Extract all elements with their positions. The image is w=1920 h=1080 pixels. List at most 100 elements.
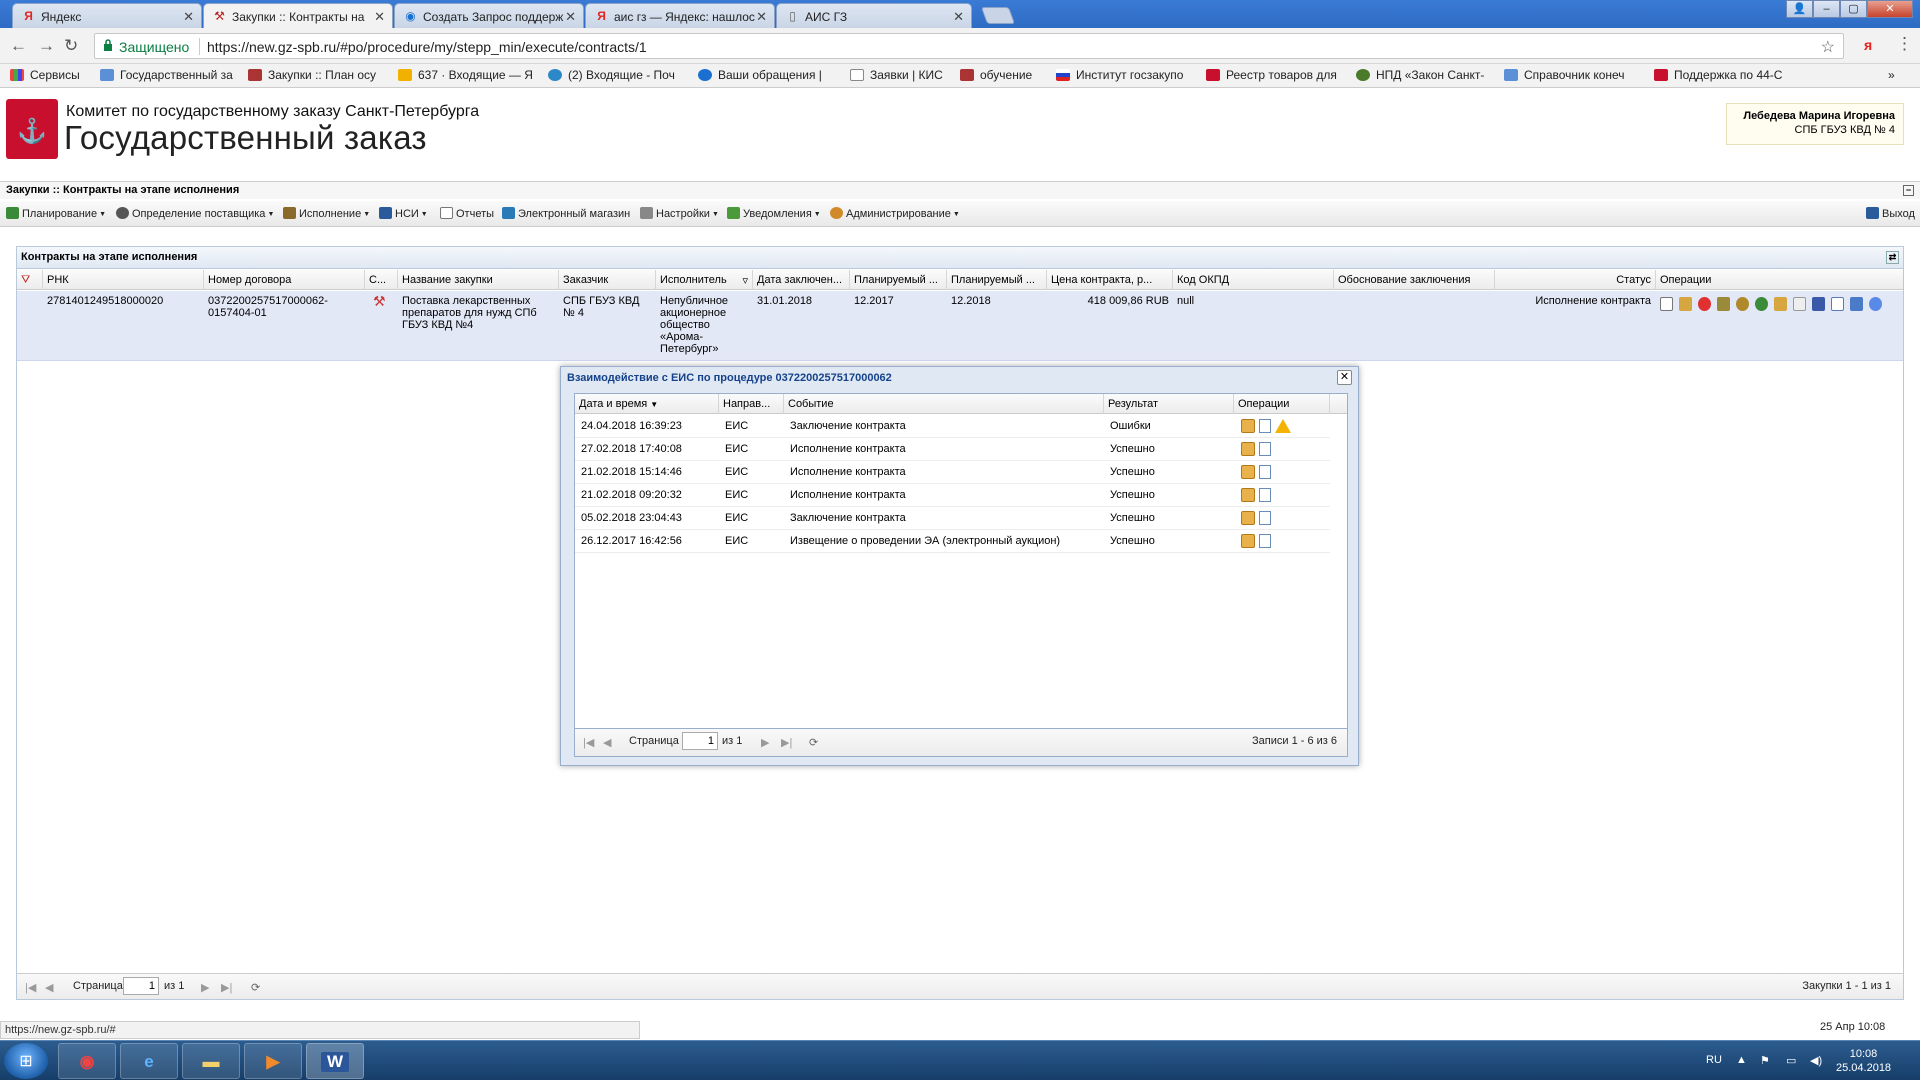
url-text[interactable]: https://new.gz-spb.ru/#po/procedure/my/s… xyxy=(207,39,647,55)
page-input[interactable]: 1 xyxy=(123,977,159,995)
bookmark-item[interactable]: Институт госзакупо xyxy=(1056,68,1190,82)
last-page-icon[interactable]: ▶| xyxy=(781,736,792,749)
close-icon[interactable]: ✕ xyxy=(756,9,767,25)
bookmark-item[interactable]: НПД «Закон Санкт- xyxy=(1356,68,1488,82)
exit-button[interactable]: Выход xyxy=(1866,207,1915,220)
refresh-icon[interactable]: ⇄ xyxy=(1886,251,1899,264)
document-icon[interactable] xyxy=(1259,511,1271,525)
page-input[interactable]: 1 xyxy=(682,732,718,750)
menu-eshop[interactable]: Электронный магазин xyxy=(502,207,630,220)
package-icon[interactable] xyxy=(1241,465,1255,479)
document-icon[interactable] xyxy=(1660,297,1673,311)
package-icon[interactable] xyxy=(1241,488,1255,502)
bookmark-item[interactable]: обучение xyxy=(960,68,1060,82)
bookmark-item[interactable]: 637 · Входящие — Я xyxy=(398,68,536,82)
star-icon[interactable]: ☆ xyxy=(1821,37,1835,57)
minimize-button[interactable]: – xyxy=(1813,0,1840,18)
document-icon[interactable] xyxy=(1259,488,1271,502)
gear-icon[interactable] xyxy=(1755,297,1768,311)
warning-icon[interactable] xyxy=(1275,419,1291,433)
menu-notifications[interactable]: Уведомления ▼ xyxy=(727,207,821,220)
report-icon[interactable] xyxy=(1831,297,1844,311)
document-icon[interactable] xyxy=(1259,534,1271,548)
col-executor[interactable]: Исполнитель ▿ xyxy=(656,270,753,290)
taskbar-media[interactable]: ▶ xyxy=(244,1043,302,1079)
seal-icon[interactable] xyxy=(1736,297,1749,311)
tray-expand-icon[interactable]: ▲ xyxy=(1736,1054,1747,1066)
bank-icon[interactable] xyxy=(1717,297,1730,311)
document-icon[interactable] xyxy=(1259,465,1271,479)
col-s[interactable]: С... xyxy=(365,270,398,290)
start-button[interactable]: ⊞ xyxy=(4,1043,48,1079)
col-okpd[interactable]: Код ОКПД xyxy=(1173,270,1334,290)
table-row[interactable]: 27.02.2018 17:40:08 ЕИС Исполнение контрак… xyxy=(575,438,1330,461)
stack-icon[interactable] xyxy=(1774,297,1787,311)
more-bookmarks-icon[interactable]: » xyxy=(1888,68,1895,82)
package-icon[interactable] xyxy=(1241,419,1255,433)
package-icon[interactable] xyxy=(1241,534,1255,548)
close-icon[interactable]: ✕ xyxy=(374,9,385,25)
first-page-icon[interactable]: |◀ xyxy=(583,736,594,749)
col-customer[interactable]: Заказчик xyxy=(559,270,656,290)
close-button[interactable]: ✕ xyxy=(1337,370,1352,385)
monitor-icon[interactable] xyxy=(1850,297,1863,311)
menu-planning[interactable]: Планирование ▼ xyxy=(6,207,106,220)
language-indicator[interactable]: RU xyxy=(1706,1054,1722,1066)
taskbar-chrome[interactable]: ◉ xyxy=(58,1043,116,1079)
collapse-icon[interactable]: − xyxy=(1903,185,1914,196)
bookmark-item[interactable]: Ваши обращения | xyxy=(698,68,838,82)
document-icon[interactable] xyxy=(1259,442,1271,456)
browser-tab-support[interactable]: ◉ Создать Запрос поддерж ✕ xyxy=(394,3,584,28)
col-price[interactable]: Цена контракта, р... xyxy=(1047,270,1173,290)
menu-nsi[interactable]: НСИ ▼ xyxy=(379,207,428,220)
document-icon[interactable] xyxy=(1259,419,1271,433)
col-plan1[interactable]: Планируемый ... xyxy=(850,270,947,290)
first-page-icon[interactable]: |◀ xyxy=(25,981,36,994)
flag-icon[interactable]: ⚑ xyxy=(1760,1054,1770,1067)
menu-reports[interactable]: Отчеты xyxy=(440,207,494,220)
address-bar[interactable]: Защищено https://new.gz-spb.ru/#po/proce… xyxy=(94,33,1844,59)
network-icon[interactable]: ▭ xyxy=(1786,1054,1796,1067)
table-row[interactable]: 05.02.2018 23:04:43 ЕИС Заключение контрак… xyxy=(575,507,1330,530)
package-icon[interactable] xyxy=(1241,442,1255,456)
taskbar-word[interactable]: W xyxy=(306,1043,364,1079)
col-contract-no[interactable]: Номер договора xyxy=(204,270,365,290)
taskbar-ie[interactable]: e xyxy=(120,1043,178,1079)
menu-settings[interactable]: Настройки ▼ xyxy=(640,207,719,220)
user-info[interactable]: Лебедева Марина Игоревна СПБ ГБУЗ КВД № … xyxy=(1726,103,1904,145)
bookmark-item[interactable]: Государственный за xyxy=(100,68,236,82)
user-icon[interactable]: 👤 xyxy=(1786,0,1813,18)
edit-icon[interactable] xyxy=(1679,297,1692,311)
prev-page-icon[interactable]: ◀ xyxy=(45,981,53,994)
back-icon[interactable]: ← xyxy=(10,36,27,56)
browser-tab-ais[interactable]: ▯ АИС ГЗ ✕ xyxy=(776,3,972,28)
page-icon[interactable] xyxy=(1793,297,1806,311)
bookmark-item[interactable]: Справочник конеч xyxy=(1504,68,1638,82)
bookmark-item[interactable]: Реестр товаров для xyxy=(1206,68,1340,82)
col-event[interactable]: Событие xyxy=(784,394,1104,414)
close-icon[interactable]: ✕ xyxy=(183,9,194,25)
maximize-button[interactable]: ▢ xyxy=(1840,0,1867,18)
col-operations[interactable]: Операции xyxy=(1656,270,1905,290)
browser-tab-contracts[interactable]: ⚒ Закупки :: Контракты на ✕ xyxy=(203,3,393,28)
col-rnk[interactable]: РНК xyxy=(43,270,204,290)
bookmark-item[interactable]: Закупки :: План осу xyxy=(248,68,386,82)
stop-icon[interactable] xyxy=(1698,297,1711,311)
taskbar-explorer[interactable]: ▬ xyxy=(182,1043,240,1079)
table-row[interactable]: 21.02.2018 15:14:46 ЕИС Исполнение контрак… xyxy=(575,461,1330,484)
clock[interactable]: 10:08 25.04.2018 xyxy=(1836,1047,1891,1075)
close-window-button[interactable]: ✕ xyxy=(1867,0,1913,18)
menu-admin[interactable]: Администрирование ▼ xyxy=(830,207,960,220)
col-ops[interactable]: Операции xyxy=(1234,394,1330,414)
chart-icon[interactable] xyxy=(1812,297,1825,311)
refresh-icon[interactable]: ⟳ xyxy=(809,736,818,749)
table-row[interactable]: 21.02.2018 09:20:32 ЕИС Исполнение контрак… xyxy=(575,484,1330,507)
reload-icon[interactable]: ↻ xyxy=(64,36,78,56)
filter-clear-icon[interactable]: ⛛ xyxy=(17,270,43,290)
close-icon[interactable]: ✕ xyxy=(565,9,576,25)
col-status[interactable]: Статус xyxy=(1495,270,1656,290)
bookmark-services[interactable]: Сервисы xyxy=(10,68,80,82)
menu-execution[interactable]: Исполнение ▼ xyxy=(283,207,370,220)
bookmark-item[interactable]: (2) Входящие - Поч xyxy=(548,68,686,82)
col-result[interactable]: Результат xyxy=(1104,394,1234,414)
